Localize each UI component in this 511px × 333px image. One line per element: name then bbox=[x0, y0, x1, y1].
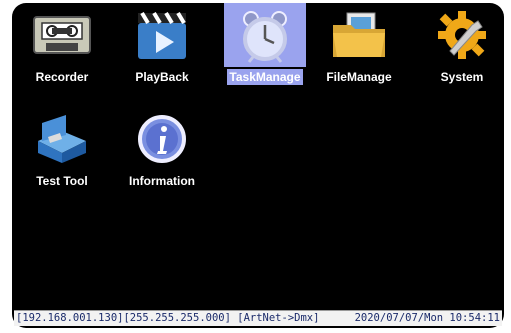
system-item[interactable]: System bbox=[412, 3, 504, 98]
testtool-label: Test Tool bbox=[36, 174, 88, 188]
main-screen: Recorder PlayBack TaskManage FileManage … bbox=[12, 3, 504, 328]
filemanage-label: FileManage bbox=[326, 70, 392, 84]
information-label: Information bbox=[129, 174, 195, 188]
status-bar: [192.168.001.130][255.255.255.000] [ArtN… bbox=[14, 310, 502, 326]
testtool-item[interactable]: Test Tool bbox=[12, 107, 112, 202]
filemanage-item[interactable]: FileManage bbox=[309, 3, 409, 98]
network-status: [192.168.001.130][255.255.255.000] [ArtN… bbox=[16, 312, 320, 324]
system-label: System bbox=[440, 70, 484, 84]
folder-icon bbox=[318, 3, 400, 67]
recorder-label: Recorder bbox=[35, 70, 89, 84]
recorder-item[interactable]: Recorder bbox=[12, 3, 112, 98]
gear-wrench-icon bbox=[421, 3, 503, 67]
info-icon bbox=[121, 107, 203, 171]
datetime-status: 2020/07/07/Mon 10:54:11 bbox=[354, 312, 500, 324]
playback-item[interactable]: PlayBack bbox=[112, 3, 212, 98]
cassette-icon bbox=[21, 3, 103, 67]
clapperboard-icon bbox=[121, 3, 203, 67]
toolbox-icon bbox=[21, 107, 103, 171]
playback-label: PlayBack bbox=[135, 70, 189, 84]
taskmanage-label: TaskManage bbox=[227, 69, 303, 85]
taskmanage-item[interactable]: TaskManage bbox=[215, 3, 315, 98]
information-item[interactable]: Information bbox=[112, 107, 212, 202]
alarm-clock-icon bbox=[224, 3, 306, 67]
